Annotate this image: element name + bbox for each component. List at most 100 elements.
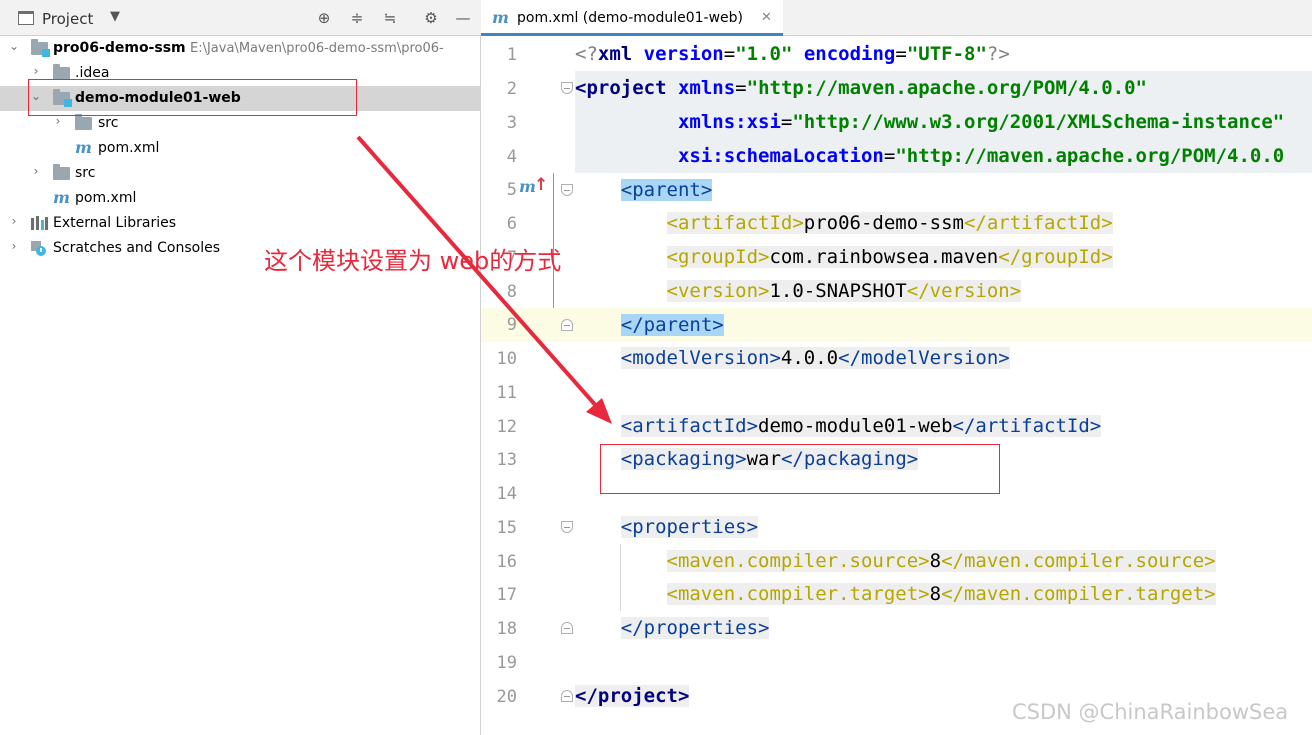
- chevron-down-icon[interactable]: ▼: [110, 9, 120, 24]
- fold-icon[interactable]: [561, 82, 573, 94]
- code-token: "1.0": [735, 43, 793, 65]
- line-number: 2: [506, 79, 517, 99]
- code-token: demo-module01-web: [758, 415, 953, 437]
- project-panel-header: Project ▼ ⊕ ≑ ≒ ⚙ —: [0, 0, 481, 36]
- folder-icon: [75, 114, 92, 130]
- line-number: 17: [496, 585, 517, 605]
- code-line-10: <modelVersion>4.0.0</modelVersion>: [575, 341, 1312, 375]
- code-editor[interactable]: <?xml version="1.0" encoding="UTF-8"?> <…: [575, 37, 1312, 735]
- chevron-right-icon[interactable]: ›: [8, 214, 20, 228]
- tree-item-label: src: [75, 165, 96, 181]
- fold-icon[interactable]: [561, 319, 573, 331]
- tree-item-label: pro06-demo-ssm: [53, 40, 186, 56]
- code-line-8: <version>1.0-SNAPSHOT</version>: [575, 274, 1312, 308]
- tree-item-label: External Libraries: [53, 215, 176, 231]
- code-line-7: <groupId>com.rainbowsea.maven</groupId>: [575, 240, 1312, 274]
- annotation-text: 这个模块设置为 web的方式: [264, 247, 562, 275]
- code-token: </maven.compiler.target>: [941, 583, 1216, 605]
- expand-all-icon[interactable]: ≑: [346, 7, 368, 29]
- library-icon: [31, 216, 48, 230]
- editor-tab-bar: m pom.xml (demo-module01-web) ✕: [481, 0, 1312, 36]
- line-number: 4: [506, 147, 517, 167]
- minimize-icon[interactable]: —: [452, 7, 474, 29]
- tree-item-label: Scratches and Consoles: [53, 240, 220, 256]
- line-number: 1: [506, 45, 517, 65]
- tab-pom-xml[interactable]: m pom.xml (demo-module01-web) ✕: [481, 0, 783, 36]
- chevron-right-icon[interactable]: ›: [52, 114, 64, 128]
- code-line-16: <maven.compiler.source>8</maven.compiler…: [575, 544, 1312, 578]
- locate-icon[interactable]: ⊕: [313, 7, 335, 29]
- tree-item-external-libraries[interactable]: › External Libraries: [0, 211, 481, 236]
- code-token: "http://maven.apache.org/POM/4.0.0: [895, 145, 1285, 167]
- line-number: 6: [506, 214, 517, 234]
- code-token: pro06-demo-ssm: [803, 212, 964, 234]
- tree-item-pom-xml[interactable]: m pom.xml: [0, 186, 481, 211]
- collapse-all-icon[interactable]: ≒: [379, 7, 401, 29]
- maven-m-icon: m: [75, 138, 92, 157]
- chevron-right-icon[interactable]: ›: [30, 64, 42, 78]
- gear-icon[interactable]: ⚙: [420, 7, 442, 29]
- line-number: 10: [496, 349, 517, 369]
- code-token: </artifactId>: [952, 415, 1102, 437]
- line-number: 13: [496, 450, 517, 470]
- code-token: </parent>: [620, 314, 724, 336]
- code-token: </properties>: [620, 617, 770, 639]
- code-line-18: </properties>: [575, 611, 1312, 645]
- tree-item-pro06-demo-ssm[interactable]: ⌄ pro06-demo-ssm E:\Java\Maven\pro06-dem…: [0, 36, 481, 61]
- line-number: 9: [506, 315, 517, 335]
- fold-icon[interactable]: [561, 184, 573, 196]
- code-token: <maven.compiler.source>: [666, 550, 930, 572]
- code-token: 1.0-SNAPSHOT: [769, 280, 907, 302]
- close-icon[interactable]: ✕: [761, 10, 772, 25]
- code-token: <artifactId>: [620, 415, 759, 437]
- code-token: "http://maven.apache.org/POM/4.0.0": [746, 77, 1147, 99]
- code-token: <maven.compiler.target>: [666, 583, 930, 605]
- code-line-12: <artifactId>demo-module01-web</artifactI…: [575, 409, 1312, 443]
- fold-icon[interactable]: [561, 690, 573, 702]
- watermark: CSDN @ChinaRainbowSea: [1012, 700, 1289, 724]
- line-number: 14: [496, 484, 517, 504]
- code-token: ?>: [986, 43, 1010, 65]
- code-line-5: <parent>: [575, 173, 1312, 207]
- overrides-up-icon[interactable]: ↑: [534, 175, 548, 195]
- code-line-17: <maven.compiler.target>8</maven.compiler…: [575, 577, 1312, 611]
- line-number: 20: [496, 687, 517, 707]
- project-icon: [18, 11, 34, 25]
- fold-icon[interactable]: [561, 622, 573, 634]
- code-token: xmlns:xsi: [677, 111, 781, 133]
- code-token: 8: [929, 583, 942, 605]
- tree-item-pom-xml[interactable]: m pom.xml: [0, 136, 481, 161]
- tree-item-label: pom.xml: [75, 190, 137, 206]
- project-panel-title[interactable]: Project: [42, 10, 93, 28]
- code-token: </artifactId>: [963, 212, 1113, 234]
- fold-icon[interactable]: [561, 521, 573, 533]
- code-token: 4.0.0: [780, 347, 839, 369]
- code-token: xsi:schemaLocation: [677, 145, 884, 167]
- code-token: <artifactId>: [666, 212, 804, 234]
- line-number: 19: [496, 653, 517, 673]
- code-token: <modelVersion>: [620, 347, 781, 369]
- tree-item-label: src: [98, 115, 119, 131]
- chevron-right-icon[interactable]: ›: [8, 239, 20, 253]
- line-number: 8: [506, 282, 517, 302]
- code-token: </project>: [575, 685, 690, 707]
- code-line-3: xmlns:xsi="http://www.w3.org/2001/XMLSch…: [575, 105, 1312, 139]
- code-token: <?: [575, 43, 598, 65]
- module-folder-icon: [31, 39, 50, 57]
- code-line-2: <project xmlns="http://maven.apache.org/…: [575, 71, 1312, 105]
- line-number: 18: [496, 619, 517, 639]
- line-number: 12: [496, 417, 517, 437]
- code-token: xml: [597, 43, 633, 65]
- tree-item-src[interactable]: › src: [0, 161, 481, 186]
- chevron-down-icon[interactable]: ⌄: [8, 39, 20, 53]
- code-line-1: <?xml version="1.0" encoding="UTF-8"?>: [575, 43, 1010, 65]
- code-token: </modelVersion>: [838, 347, 1010, 369]
- line-number: 15: [496, 518, 517, 538]
- tree-item-label: pom.xml: [98, 140, 160, 156]
- code-token: </version>: [906, 280, 1022, 302]
- code-token: com.rainbowsea.maven: [769, 246, 999, 268]
- line-number: 3: [506, 113, 517, 133]
- code-token: encoding: [803, 43, 896, 65]
- code-line-15: <properties>: [575, 510, 1312, 544]
- chevron-right-icon[interactable]: ›: [30, 164, 42, 178]
